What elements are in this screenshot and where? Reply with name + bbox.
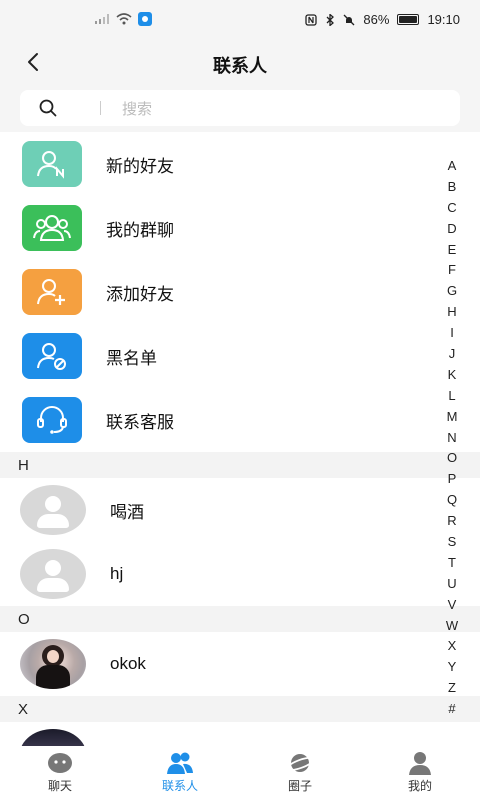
alphabet-index-letter[interactable]: U xyxy=(440,574,464,595)
page-title: 联系人 xyxy=(213,56,267,76)
battery-icon xyxy=(397,14,420,25)
section-header-h: H xyxy=(0,452,480,478)
avatar xyxy=(20,485,86,535)
contact-row[interactable] xyxy=(0,722,480,746)
search-bar[interactable] xyxy=(20,90,460,126)
avatar xyxy=(20,549,86,599)
contact-row[interactable]: okok xyxy=(0,632,480,696)
add-friend-label: 添加好友 xyxy=(106,284,174,304)
alphabet-index-letter[interactable]: # xyxy=(440,699,464,720)
profile-icon xyxy=(409,752,431,775)
status-right: 86% 19:10 xyxy=(305,12,460,27)
mute-icon xyxy=(343,14,355,25)
new-friend-icon xyxy=(22,141,82,187)
alphabet-index-letter[interactable]: R xyxy=(440,511,464,532)
tab-circle[interactable]: 圈子 xyxy=(240,746,360,800)
tab-mine[interactable]: 我的 xyxy=(360,746,480,800)
alphabet-index-letter[interactable]: A xyxy=(440,156,464,177)
status-bar: 86% 19:10 xyxy=(0,0,480,40)
nfc-icon xyxy=(305,13,318,26)
alphabet-index-letter[interactable]: Z xyxy=(440,678,464,699)
blacklist-icon xyxy=(22,333,82,379)
header: 联系人 xyxy=(0,40,480,88)
customer-service-label: 联系客服 xyxy=(106,412,174,432)
tab-bar: 聊天 联系人 圈子 我的 xyxy=(0,746,480,800)
contact-name: okok xyxy=(110,654,146,673)
contact-row[interactable]: 喝酒 xyxy=(0,478,480,542)
customer-service-icon xyxy=(22,397,82,443)
contact-list[interactable]: 新的好友 我的群聊 添加好友 黑名单 联系客服 H 喝酒 hj O okok X xyxy=(0,132,480,746)
group-chat-icon xyxy=(22,205,82,251)
alphabet-index-letter[interactable]: M xyxy=(440,407,464,428)
contact-name: 喝酒 xyxy=(110,502,144,522)
add-friend-icon xyxy=(22,269,82,315)
alphabet-index-letter[interactable]: O xyxy=(440,448,464,469)
alphabet-index-letter[interactable]: D xyxy=(440,219,464,240)
alphabet-index[interactable]: A B C D E F G H I J K L M N O P Q R S T U V W X Y Z # xyxy=(440,156,464,720)
alphabet-index-letter[interactable]: W xyxy=(440,616,464,637)
battery-percent: 86% xyxy=(363,12,390,27)
alphabet-index-letter[interactable]: N xyxy=(440,428,464,449)
alphabet-index-letter[interactable]: H xyxy=(440,302,464,323)
planet-icon xyxy=(286,754,315,772)
app-notification-icon xyxy=(138,12,152,26)
alphabet-index-letter[interactable]: T xyxy=(440,553,464,574)
avatar xyxy=(20,639,86,689)
search-input[interactable] xyxy=(120,96,444,122)
alphabet-index-letter[interactable]: V xyxy=(440,595,464,616)
signal-icon xyxy=(95,14,109,24)
chat-icon xyxy=(48,753,72,773)
tab-contacts[interactable]: 联系人 xyxy=(120,746,240,800)
tab-circle-label: 圈子 xyxy=(287,779,312,793)
my-groups-item[interactable]: 我的群聊 xyxy=(0,196,480,260)
alphabet-index-letter[interactable]: J xyxy=(440,344,464,365)
add-friend-item[interactable]: 添加好友 xyxy=(0,260,480,324)
tab-chat-label: 聊天 xyxy=(47,779,72,793)
alphabet-index-letter[interactable]: Y xyxy=(440,657,464,678)
alphabet-index-letter[interactable]: B xyxy=(440,177,464,198)
new-friends-label: 新的好友 xyxy=(106,156,174,176)
alphabet-index-letter[interactable]: C xyxy=(440,198,464,219)
alphabet-index-letter[interactable]: S xyxy=(440,532,464,553)
alphabet-index-letter[interactable]: K xyxy=(440,365,464,386)
section-header-o: O xyxy=(0,606,480,632)
alphabet-index-letter[interactable]: X xyxy=(440,636,464,657)
my-groups-label: 我的群聊 xyxy=(106,220,174,240)
search-separator xyxy=(100,101,101,115)
alphabet-index-letter[interactable]: I xyxy=(440,323,464,344)
contact-row[interactable]: hj xyxy=(0,542,480,606)
alphabet-index-letter[interactable]: F xyxy=(440,260,464,281)
blacklist-label: 黑名单 xyxy=(106,348,157,368)
contact-name: hj xyxy=(110,564,124,583)
alphabet-index-letter[interactable]: E xyxy=(440,240,464,261)
alphabet-index-letter[interactable]: Q xyxy=(440,490,464,511)
alphabet-index-letter[interactable]: G xyxy=(440,281,464,302)
contacts-icon xyxy=(167,752,193,774)
avatar xyxy=(20,729,86,746)
tab-contacts-label: 联系人 xyxy=(161,779,198,793)
tab-chat[interactable]: 聊天 xyxy=(0,746,120,800)
status-time: 19:10 xyxy=(427,12,460,27)
search-icon xyxy=(39,99,57,117)
tab-mine-label: 我的 xyxy=(407,779,432,793)
blacklist-item[interactable]: 黑名单 xyxy=(0,324,480,388)
customer-service-item[interactable]: 联系客服 xyxy=(0,388,480,452)
status-left xyxy=(94,12,152,26)
alphabet-index-letter[interactable]: L xyxy=(440,386,464,407)
wifi-icon xyxy=(116,13,132,25)
bluetooth-icon xyxy=(326,13,335,26)
new-friends-item[interactable]: 新的好友 xyxy=(0,132,480,196)
alphabet-index-letter[interactable]: P xyxy=(440,469,464,490)
section-header-x: X xyxy=(0,696,480,722)
